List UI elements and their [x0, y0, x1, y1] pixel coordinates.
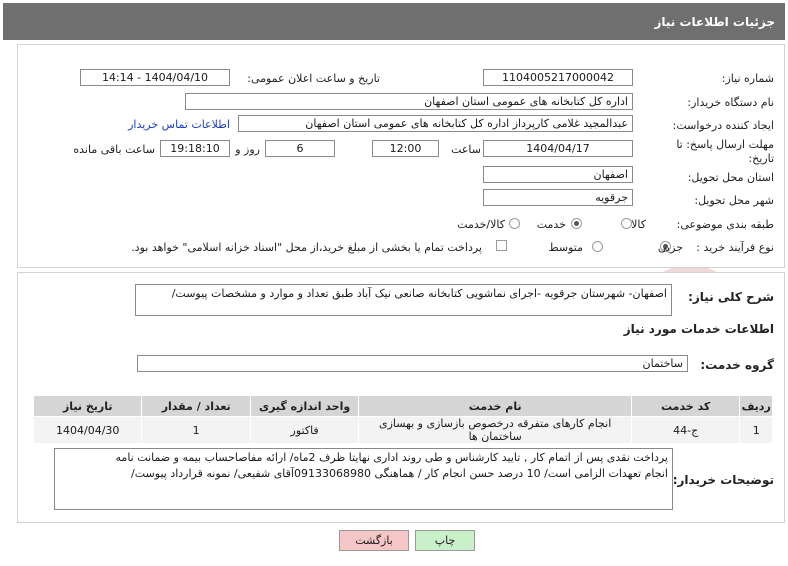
city-label: شهر محل تحویل:: [694, 194, 774, 207]
treasury-checkbox[interactable]: [496, 240, 507, 251]
cell-row-number: 1: [739, 416, 773, 444]
page-header: جزئیات اطلاعات نیاز: [3, 3, 785, 40]
page-title: جزئیات اطلاعات نیاز: [654, 15, 775, 29]
table-header-row: ردیف کد خدمت نام خدمت واحد اندازه گیری ت…: [32, 395, 773, 417]
deadline-date-label: تاریخ:: [748, 152, 774, 165]
category-option-service: خدمت: [536, 218, 566, 231]
buyer-contact-link[interactable]: اطلاعات تماس خریدار: [128, 118, 230, 131]
category-label: طبقه بندی موضوعی:: [676, 218, 774, 231]
remaining-time-label: ساعت باقی مانده: [73, 143, 155, 156]
summary-label: شرح کلی نیاز:: [688, 290, 774, 304]
province-field[interactable]: اصفهان: [483, 166, 633, 183]
buyer-notes-line-2: انجام تعهدات الزامی است/ 10 درصد حسن انج…: [131, 467, 668, 480]
process-option-medium: متوسط: [548, 241, 583, 254]
remaining-time-field[interactable]: 19:18:10: [160, 140, 230, 157]
need-number-field[interactable]: 1104005217000042: [483, 69, 633, 86]
services-table: ردیف کد خدمت نام خدمت واحد اندازه گیری ت…: [32, 395, 773, 444]
category-radio-service[interactable]: [571, 218, 582, 229]
need-number-label: شماره نیاز:: [721, 72, 774, 85]
announce-date-field[interactable]: 1404/04/10 - 14:14: [80, 69, 230, 86]
cell-need-date: 1404/04/30: [32, 416, 143, 444]
buyer-notes-textarea[interactable]: پرداخت نقدی پس از اتمام کار , تایید کارش…: [54, 448, 673, 510]
buyer-org-label: نام دستگاه خریدار:: [687, 96, 774, 109]
treasury-note: پرداخت تمام یا بخشی از مبلغ خرید،از محل …: [131, 241, 482, 254]
cell-service-name: انجام کارهای متفرقه درخصوص بازسازی و بهس…: [358, 416, 632, 444]
announce-date-label: تاریخ و ساعت اعلان عمومی:: [247, 72, 380, 85]
buyer-notes-line-1: پرداخت نقدی پس از اتمام کار , تایید کارش…: [115, 451, 668, 464]
col-header-code: کد خدمت: [630, 395, 741, 417]
services-heading: اطلاعات خدمات مورد نیاز: [623, 322, 774, 336]
cell-unit: فاکتور: [249, 416, 360, 444]
col-header-qty: تعداد / مقدار: [141, 395, 251, 417]
deadline-time-label: ساعت: [451, 143, 481, 156]
category-option-goods-service: کالا/خدمت: [457, 218, 505, 231]
back-button[interactable]: بازگشت: [339, 530, 409, 551]
service-group-label: گروه خدمت:: [700, 358, 774, 372]
requester-field[interactable]: عبدالمجید غلامی کارپرداز اداره کل کتابخا…: [238, 115, 633, 132]
deadline-time-field[interactable]: 12:00: [372, 140, 439, 157]
process-radio-medium[interactable]: [592, 241, 603, 252]
category-option-goods: کالا: [631, 218, 646, 231]
requester-label: ایجاد کننده درخواست:: [672, 119, 774, 132]
deadline-label: مهلت ارسال پاسخ: تا: [676, 138, 774, 151]
service-group-field[interactable]: ساختمان: [137, 355, 688, 372]
table-row[interactable]: 1 ج-44 انجام کارهای متفرقه درخصوص بازساز…: [32, 416, 773, 444]
cell-service-code: ج-44: [630, 416, 741, 444]
city-field[interactable]: جرقویه: [483, 189, 633, 206]
days-remaining-field[interactable]: 6: [265, 140, 335, 157]
col-header-name: نام خدمت: [358, 395, 632, 417]
cell-quantity: 1: [141, 416, 251, 444]
process-type-label: نوع فرآیند خرید :: [696, 241, 774, 254]
print-button[interactable]: چاپ: [415, 530, 475, 551]
process-option-minor: جزیی: [657, 241, 683, 254]
buyer-org-field[interactable]: اداره کل کتابخانه های عمومی استان اصفهان: [185, 93, 633, 110]
summary-textarea[interactable]: اصفهان- شهرستان جرقویه -اجرای نماشویی کت…: [135, 284, 672, 316]
province-label: استان محل تحویل:: [687, 171, 774, 184]
deadline-date-field[interactable]: 1404/04/17: [483, 140, 633, 157]
col-header-date: تاریخ نیاز: [32, 395, 143, 417]
buyer-notes-label: توضیحات خریدار:: [672, 473, 774, 487]
days-label: روز و: [235, 143, 260, 156]
col-header-unit: واحد اندازه گیری: [249, 395, 360, 417]
col-header-row: ردیف: [739, 395, 773, 417]
category-radio-goods-service[interactable]: [509, 218, 520, 229]
